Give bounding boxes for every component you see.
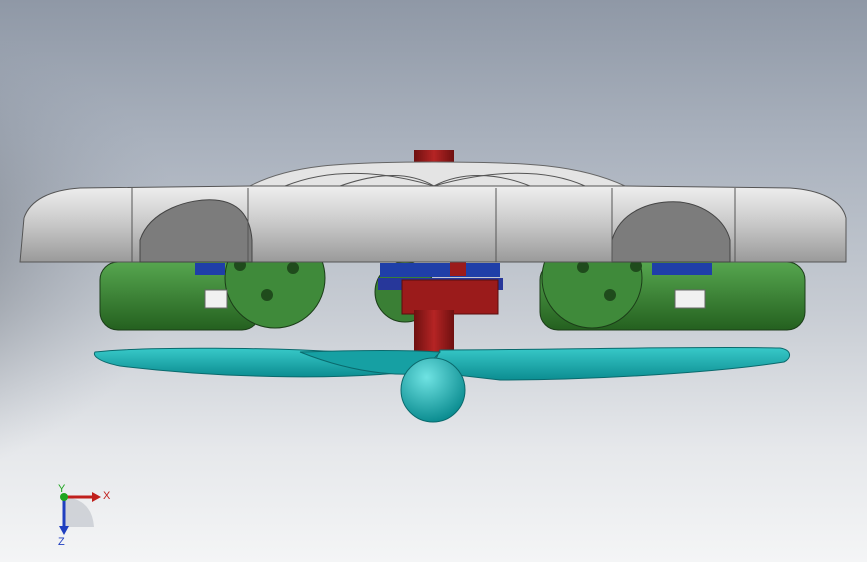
shaft-lower[interactable] bbox=[414, 310, 454, 352]
motor-slot-left bbox=[204, 289, 228, 309]
z-axis-label: Z bbox=[58, 536, 65, 548]
screw-hole bbox=[287, 262, 299, 274]
3d-viewport[interactable]: X Y Z bbox=[0, 0, 867, 562]
hub-block[interactable] bbox=[401, 279, 499, 315]
triad-corner-arc bbox=[64, 497, 94, 527]
x-axis-label: X bbox=[103, 490, 111, 502]
shaft-inner-marker bbox=[450, 262, 466, 276]
screw-hole bbox=[261, 289, 273, 301]
motor-slot-right bbox=[674, 289, 706, 309]
y-axis-label: Y bbox=[58, 483, 66, 495]
model-canvas[interactable]: X Y Z bbox=[0, 0, 867, 562]
blade-right[interactable] bbox=[429, 346, 790, 381]
nose-cone[interactable] bbox=[400, 357, 466, 423]
screw-hole bbox=[604, 289, 616, 301]
screw-hole bbox=[577, 261, 589, 273]
